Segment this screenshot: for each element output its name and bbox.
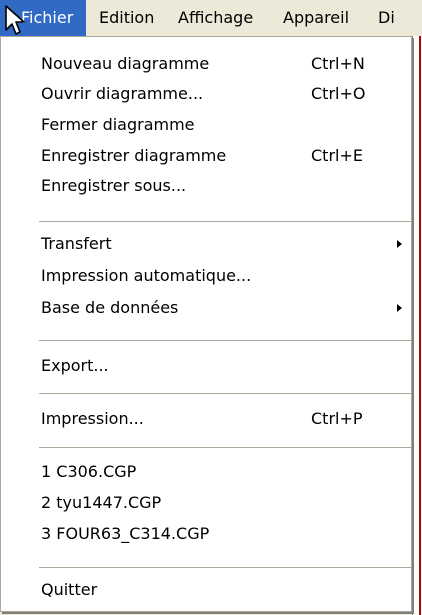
- menu-separator: [39, 447, 411, 448]
- menu-item-label: Base de données: [41, 298, 179, 317]
- menu-item-shortcut: Ctrl+E: [311, 146, 363, 165]
- menubar-appareil[interactable]: Appareil: [283, 0, 349, 36]
- menubar-di[interactable]: Di: [378, 0, 395, 36]
- menu-item-label: Impression automatique...: [41, 266, 252, 285]
- menu-item-nouveau-diagramme[interactable]: Nouveau diagramme Ctrl+N: [1, 49, 411, 79]
- menu-item-fermer-diagramme[interactable]: Fermer diagramme: [1, 110, 411, 140]
- menu-bar: Fichier Edition Affichage Appareil Di: [0, 0, 422, 37]
- menu-item-label: Nouveau diagramme: [41, 54, 210, 73]
- submenu-arrow-icon: [397, 240, 402, 248]
- background-red-line: [419, 36, 421, 615]
- menu-item-recent-file-1[interactable]: 1 C306.CGP: [1, 457, 411, 487]
- menu-item-export[interactable]: Export...: [1, 351, 411, 381]
- menubar-edition[interactable]: Edition: [99, 0, 154, 36]
- menu-item-shortcut: Ctrl+P: [311, 409, 363, 428]
- menu-item-base-de-donnees[interactable]: Base de données: [1, 293, 411, 323]
- menu-item-impression[interactable]: Impression... Ctrl+P: [1, 404, 411, 434]
- menu-item-label: 3 FOUR63_C314.CGP: [41, 524, 210, 543]
- menu-item-enregistrer-diagramme[interactable]: Enregistrer diagramme Ctrl+E: [1, 141, 411, 171]
- menu-item-label: Fermer diagramme: [41, 115, 195, 134]
- menu-item-transfert[interactable]: Transfert: [1, 229, 411, 259]
- menu-item-enregistrer-sous[interactable]: Enregistrer sous...: [1, 171, 411, 201]
- menubar-affichage[interactable]: Affichage: [178, 0, 253, 36]
- menu-separator: [39, 340, 411, 341]
- menu-item-label: Transfert: [41, 234, 112, 253]
- fichier-dropdown-menu: Nouveau diagramme Ctrl+N Ouvrir diagramm…: [0, 36, 412, 612]
- menu-item-shortcut: Ctrl+N: [311, 54, 365, 73]
- menu-item-label: 1 C306.CGP: [41, 462, 137, 481]
- mouse-pointer-icon: [5, 5, 25, 35]
- menu-item-label: Enregistrer diagramme: [41, 146, 227, 165]
- menu-item-label: Impression...: [41, 409, 144, 428]
- menubar-fichier-label: Fichier: [21, 8, 74, 27]
- menu-separator: [39, 393, 411, 394]
- background-window-edge: [412, 36, 422, 615]
- menu-item-quitter[interactable]: Quitter: [1, 575, 411, 605]
- menu-item-label: Export...: [41, 356, 109, 375]
- menu-item-recent-file-2[interactable]: 2 tyu1447.CGP: [1, 488, 411, 518]
- submenu-arrow-icon: [397, 304, 402, 312]
- menu-item-shortcut: Ctrl+O: [311, 84, 366, 103]
- menu-item-label: 2 tyu1447.CGP: [41, 493, 162, 512]
- menu-item-recent-file-3[interactable]: 3 FOUR63_C314.CGP: [1, 519, 411, 549]
- menu-item-ouvrir-diagramme[interactable]: Ouvrir diagramme... Ctrl+O: [1, 79, 411, 109]
- menu-item-label: Enregistrer sous...: [41, 176, 187, 195]
- menu-separator: [39, 567, 411, 568]
- menu-separator: [39, 221, 411, 222]
- menu-item-label: Quitter: [41, 580, 98, 599]
- menu-item-label: Ouvrir diagramme...: [41, 84, 204, 103]
- menu-item-impression-automatique[interactable]: Impression automatique...: [1, 261, 411, 291]
